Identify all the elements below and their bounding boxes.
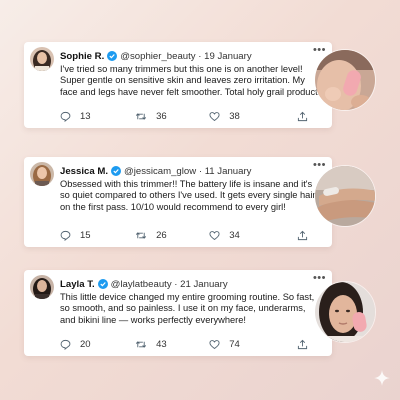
more-icon[interactable]: •••: [313, 45, 326, 56]
reply-icon: [60, 111, 71, 122]
repost-button[interactable]: 43: [135, 339, 209, 350]
tweet-text: Obsessed with this trimmer!! The battery…: [60, 179, 316, 212]
share-button[interactable]: [297, 230, 308, 241]
like-icon: [209, 231, 220, 241]
post-date: 11 January: [204, 165, 252, 177]
share-button[interactable]: [297, 339, 308, 350]
customer-photo-layla: [314, 281, 376, 343]
post-date: 19 January: [204, 50, 252, 62]
avatar[interactable]: [30, 47, 54, 71]
tweet-card-jessica[interactable]: ••• Jessica M. @jessicam_glow · 11 Janua…: [24, 157, 332, 247]
tweet-text: I've tried so many trimmers but this one…: [60, 64, 321, 97]
action-bar: 20 43 74: [60, 339, 308, 350]
share-icon: [297, 339, 308, 350]
tweet-text: This little device changed my entire gro…: [60, 292, 315, 325]
author-name[interactable]: Sophie R.: [60, 51, 104, 62]
repost-icon: [135, 341, 147, 348]
like-button[interactable]: 74: [209, 339, 297, 350]
like-button[interactable]: 38: [209, 111, 297, 122]
author-handle[interactable]: @sophier_beauty · 19 January: [120, 51, 251, 62]
more-icon[interactable]: •••: [313, 160, 326, 171]
author-name[interactable]: Jessica M.: [60, 166, 108, 177]
repost-icon: [135, 232, 147, 239]
share-icon: [297, 111, 308, 122]
like-icon: [209, 112, 220, 122]
avatar[interactable]: [30, 275, 54, 299]
more-icon[interactable]: •••: [313, 273, 326, 284]
verified-icon: [111, 166, 122, 176]
reply-icon: [60, 230, 71, 241]
repost-icon: [135, 113, 147, 120]
repost-button[interactable]: 36: [135, 111, 209, 122]
customer-photo-sophie: [314, 49, 376, 111]
sparkle-icon: [374, 370, 390, 386]
verified-icon: [97, 279, 108, 289]
repost-button[interactable]: 26: [135, 230, 209, 241]
like-icon: [209, 340, 220, 350]
action-bar: 13 36 38: [60, 111, 308, 122]
avatar[interactable]: [30, 162, 54, 186]
action-bar: 15 26 34: [60, 230, 308, 241]
verified-icon: [107, 51, 118, 61]
tweet-card-sophie[interactable]: ••• Sophie R. @sophier_beauty · 19 Janua…: [24, 42, 332, 128]
author-handle[interactable]: @jessicam_glow · 11 January: [124, 166, 251, 177]
customer-photo-jessica: [314, 165, 376, 227]
share-button[interactable]: [297, 111, 308, 122]
reply-button[interactable]: 20: [60, 339, 135, 350]
author-handle[interactable]: @laylatbeauty · 21 January: [111, 279, 228, 290]
tweet-card-layla[interactable]: ••• Layla T. @laylatbeauty · 21 January …: [24, 270, 332, 356]
post-date: 21 January: [180, 278, 228, 290]
reply-button[interactable]: 13: [60, 111, 135, 122]
reply-icon: [60, 339, 71, 350]
like-button[interactable]: 34: [209, 230, 297, 241]
author-name[interactable]: Layla T.: [60, 279, 95, 290]
reply-button[interactable]: 15: [60, 230, 135, 241]
share-icon: [297, 230, 308, 241]
